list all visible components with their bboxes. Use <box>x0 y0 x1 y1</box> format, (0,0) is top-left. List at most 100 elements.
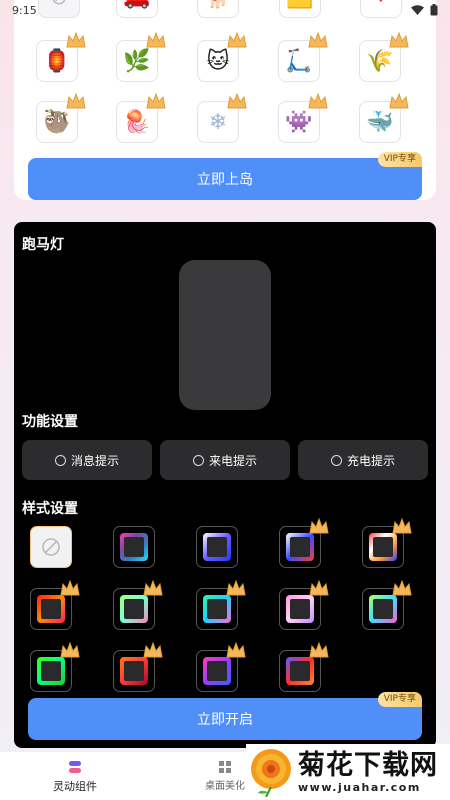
vip-badge: VIP专享 <box>377 152 422 167</box>
option-call-alert[interactable]: 来电提示 <box>160 440 290 480</box>
wifi-icon <box>411 5 424 15</box>
style-option[interactable] <box>113 579 163 630</box>
crown-icon <box>308 31 328 48</box>
marquee-card: 跑马灯 功能设置 消息提示 来电提示 充电提示 样式设置 立即开启 VIP专享 <box>14 222 436 748</box>
sticker-black-cat[interactable]: 🐱 <box>197 31 247 82</box>
watermark: 菊花下载网 www.juahar.com <box>246 744 450 800</box>
style-option[interactable] <box>362 579 412 630</box>
nav-label: 桌面美化 <box>205 781 245 792</box>
style-none[interactable] <box>30 526 72 568</box>
radio-icon <box>54 454 66 466</box>
sticker-whale[interactable]: 🐳 <box>359 92 409 143</box>
sloth-icon: 🦥 <box>43 109 71 135</box>
none-icon <box>42 538 60 556</box>
vip-badge: VIP专享 <box>377 692 422 707</box>
marquee-preview <box>179 260 271 410</box>
crown-icon <box>389 31 409 48</box>
crown-icon <box>226 579 246 596</box>
option-charging-alert[interactable]: 充电提示 <box>298 440 428 480</box>
option-message-alert[interactable]: 消息提示 <box>22 440 152 480</box>
snowflake-icon: ❄ <box>208 109 228 135</box>
crown-icon <box>66 92 86 109</box>
crown-icon <box>389 92 409 109</box>
ring-swatch <box>286 533 314 561</box>
crown-icon <box>66 31 86 48</box>
crown-icon <box>309 641 329 658</box>
style-option[interactable] <box>279 517 329 568</box>
radio-icon <box>330 454 342 466</box>
sticker-scooter-girl[interactable]: 🛴 <box>278 31 328 82</box>
willow-icon: 🌾 <box>366 48 394 74</box>
grass-icon: 🌿 <box>123 48 151 74</box>
ring-swatch <box>369 595 397 623</box>
crown-icon <box>392 517 412 534</box>
crown-icon <box>146 92 166 109</box>
ring-swatch <box>203 595 231 623</box>
start-marquee-button[interactable]: 立即开启 VIP专享 <box>28 692 422 740</box>
ring-swatch <box>120 533 148 561</box>
sticker-ghost[interactable]: 👾 <box>278 92 328 143</box>
ring-swatch <box>203 657 231 685</box>
function-settings-title: 功能设置 <box>22 414 78 430</box>
style-option[interactable] <box>279 579 329 630</box>
island-sticker-card: ⊘ 🚗 🐕 🟨 ❤ 🏮 🌿 🐱 🛴 🌾 🦥 🪼 ❄ 👾 🐳 立即上岛 <box>14 0 436 200</box>
flower-logo-icon <box>251 749 291 797</box>
status-bar: 9:15 <box>0 0 450 20</box>
style-option[interactable] <box>113 641 163 692</box>
crown-icon <box>392 579 412 596</box>
sticker-willow[interactable]: 🌾 <box>359 31 409 82</box>
black-cat-icon: 🐱 <box>206 48 230 74</box>
sticker-jellyfish[interactable]: 🪼 <box>116 92 166 143</box>
style-option[interactable] <box>196 641 246 692</box>
sticker-lantern[interactable]: 🏮 <box>36 31 86 82</box>
radio-icon <box>192 454 204 466</box>
crown-icon <box>60 641 80 658</box>
jellyfish-icon: 🪼 <box>123 109 151 135</box>
status-icons <box>411 4 438 16</box>
crown-icon <box>146 31 166 48</box>
crown-icon <box>308 92 328 109</box>
watermark-url: www.juahar.com <box>298 780 421 794</box>
lantern-icon: 🏮 <box>43 48 71 74</box>
go-island-button[interactable]: 立即上岛 VIP专享 <box>28 152 422 200</box>
sticker-snowflake[interactable]: ❄ <box>197 92 247 143</box>
style-option[interactable] <box>196 526 238 568</box>
nav-item-widgets[interactable]: 灵动组件 <box>0 752 150 800</box>
style-option[interactable] <box>30 641 80 692</box>
widget-icon <box>69 760 81 773</box>
style-option[interactable] <box>30 579 80 630</box>
ring-swatch <box>286 657 314 685</box>
ring-swatch <box>120 657 148 685</box>
battery-icon <box>430 4 438 16</box>
marquee-title: 跑马灯 <box>22 237 64 253</box>
crown-icon <box>60 579 80 596</box>
option-label: 来电提示 <box>208 453 257 468</box>
option-label: 充电提示 <box>346 453 395 468</box>
style-settings-title: 样式设置 <box>22 501 78 517</box>
style-option[interactable] <box>196 579 246 630</box>
ring-swatch <box>37 595 65 623</box>
scooter-girl-icon: 🛴 <box>285 48 313 74</box>
whale-icon: 🐳 <box>366 109 394 135</box>
ring-swatch <box>286 595 314 623</box>
status-time: 9:15 <box>12 3 37 17</box>
ring-swatch <box>203 533 231 561</box>
start-marquee-label: 立即开启 <box>197 712 253 728</box>
sticker-grass[interactable]: 🌿 <box>116 31 166 82</box>
option-label: 消息提示 <box>70 453 119 468</box>
crown-icon <box>227 31 247 48</box>
crown-icon <box>309 579 329 596</box>
crown-icon <box>309 517 329 534</box>
grid-icon <box>219 761 231 773</box>
style-option[interactable] <box>362 517 412 568</box>
go-island-label: 立即上岛 <box>197 172 253 188</box>
sticker-sloth[interactable]: 🦥 <box>36 92 86 143</box>
ring-swatch <box>369 533 397 561</box>
crown-icon <box>227 92 247 109</box>
nav-label: 灵动组件 <box>53 779 97 793</box>
style-option[interactable] <box>279 641 329 692</box>
style-option[interactable] <box>113 526 155 568</box>
watermark-name: 菊花下载网 <box>298 749 438 781</box>
ring-swatch <box>37 657 65 685</box>
crown-icon <box>226 641 246 658</box>
